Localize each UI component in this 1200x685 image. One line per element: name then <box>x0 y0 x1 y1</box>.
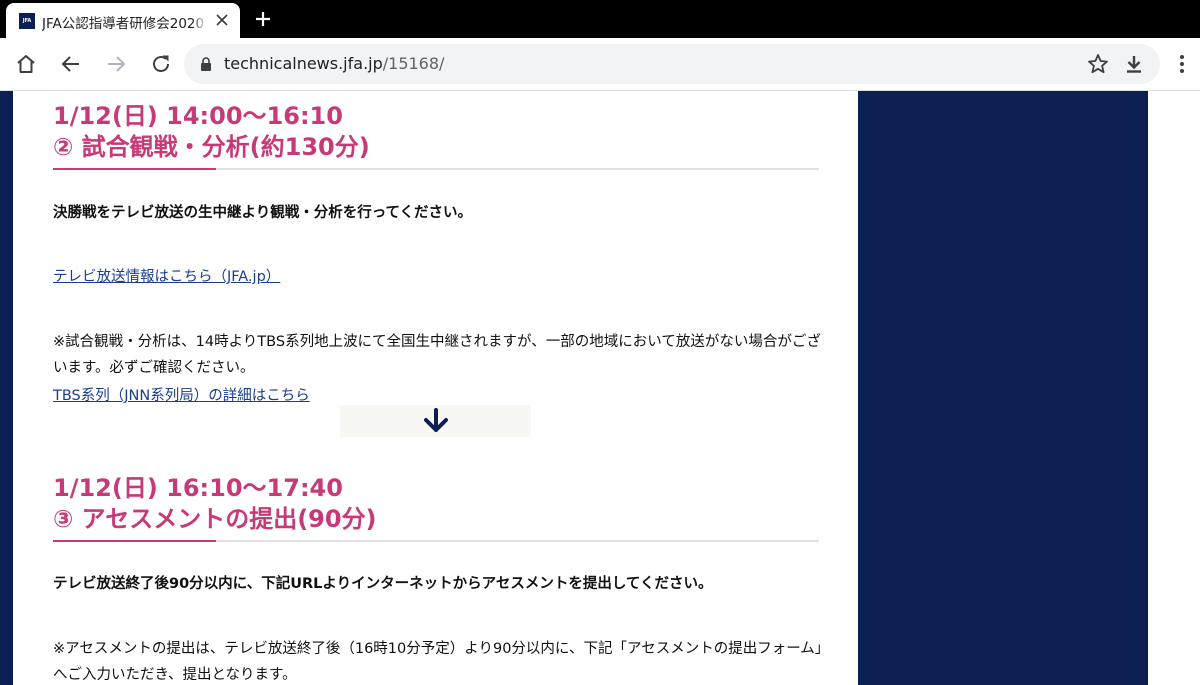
new-tab-plus-icon[interactable] <box>252 8 274 30</box>
section-2-lead: 決勝戦をテレビ放送の生中継より観戦・分析を行ってください。 <box>53 205 473 221</box>
section-3-note: ※アセスメントの提出は、テレビ放送終了後（16時10分予定）より90分以内に、下… <box>53 641 823 683</box>
section-3-divider-accent <box>53 540 216 542</box>
back-arrow-icon[interactable] <box>59 52 83 76</box>
section-3-time: 1/12(日) 16:10〜17:40 <box>53 474 343 502</box>
tbs-network-details-link[interactable]: TBS系列（JNN系列局）の詳細はこちら <box>53 383 310 409</box>
jfa-favicon-icon: JFA <box>19 13 35 29</box>
section-3-divider <box>53 540 819 542</box>
browser-tab[interactable]: JFA JFA公認指導者研修会2020 <box>6 3 240 38</box>
reload-icon[interactable] <box>149 52 173 76</box>
right-edge-strip <box>1148 91 1200 685</box>
close-icon[interactable] <box>211 9 233 31</box>
url-path: /15168/ <box>382 54 445 73</box>
url-host: technicalnews.jfa.jp <box>224 54 383 73</box>
forward-arrow-icon[interactable] <box>104 52 128 76</box>
tv-broadcast-info-link[interactable]: テレビ放送情報はこちら（JFA.jp） <box>53 264 280 290</box>
tab-strip: JFA JFA公認指導者研修会2020 <box>0 0 1200 38</box>
home-icon[interactable] <box>14 52 38 76</box>
section-2-divider-accent <box>53 168 216 170</box>
article-content: 1/12(日) 14:00〜16:10 ② 試合観戦・分析(約130分) 決勝戦… <box>13 91 858 685</box>
section-3-heading: 1/12(日) 16:10〜17:40 ③ アセスメントの提出(90分) <box>53 473 833 535</box>
url-text[interactable]: technicalnews.jfa.jp/15168/ <box>224 54 444 73</box>
download-icon[interactable] <box>1122 52 1146 76</box>
section-3-lead: テレビ放送終了後90分以内に、下記URLよりインターネットからアセスメントを提出… <box>53 576 713 592</box>
address-bar[interactable]: technicalnews.jfa.jp/15168/ <box>184 44 1160 84</box>
tab-title-fade <box>192 8 208 32</box>
section-2-heading: 1/12(日) 14:00〜16:10 ② 試合観戦・分析(約130分) <box>53 101 833 163</box>
bookmark-star-icon[interactable] <box>1086 52 1110 76</box>
lock-icon[interactable] <box>198 56 214 72</box>
section-2-time: 1/12(日) 14:00〜16:10 <box>53 102 343 130</box>
browser-toolbar: technicalnews.jfa.jp/15168/ <box>0 38 1200 91</box>
down-arrow-icon <box>424 408 448 432</box>
section-2-divider <box>53 168 819 170</box>
more-menu-icon[interactable] <box>1170 52 1194 76</box>
tab-title: JFA公認指導者研修会2020 <box>42 16 204 32</box>
section-3-title: ③ アセスメントの提出(90分) <box>53 505 377 533</box>
section-2-note: ※試合観戦・分析は、14時よりTBS系列地上波にて全国生中継されますが、一部の地… <box>53 334 821 376</box>
page-viewport[interactable]: 1/12(日) 14:00〜16:10 ② 試合観戦・分析(約130分) 決勝戦… <box>0 91 1200 685</box>
down-arrow-box <box>340 405 531 437</box>
section-2-title: ② 試合観戦・分析(約130分) <box>53 133 370 161</box>
